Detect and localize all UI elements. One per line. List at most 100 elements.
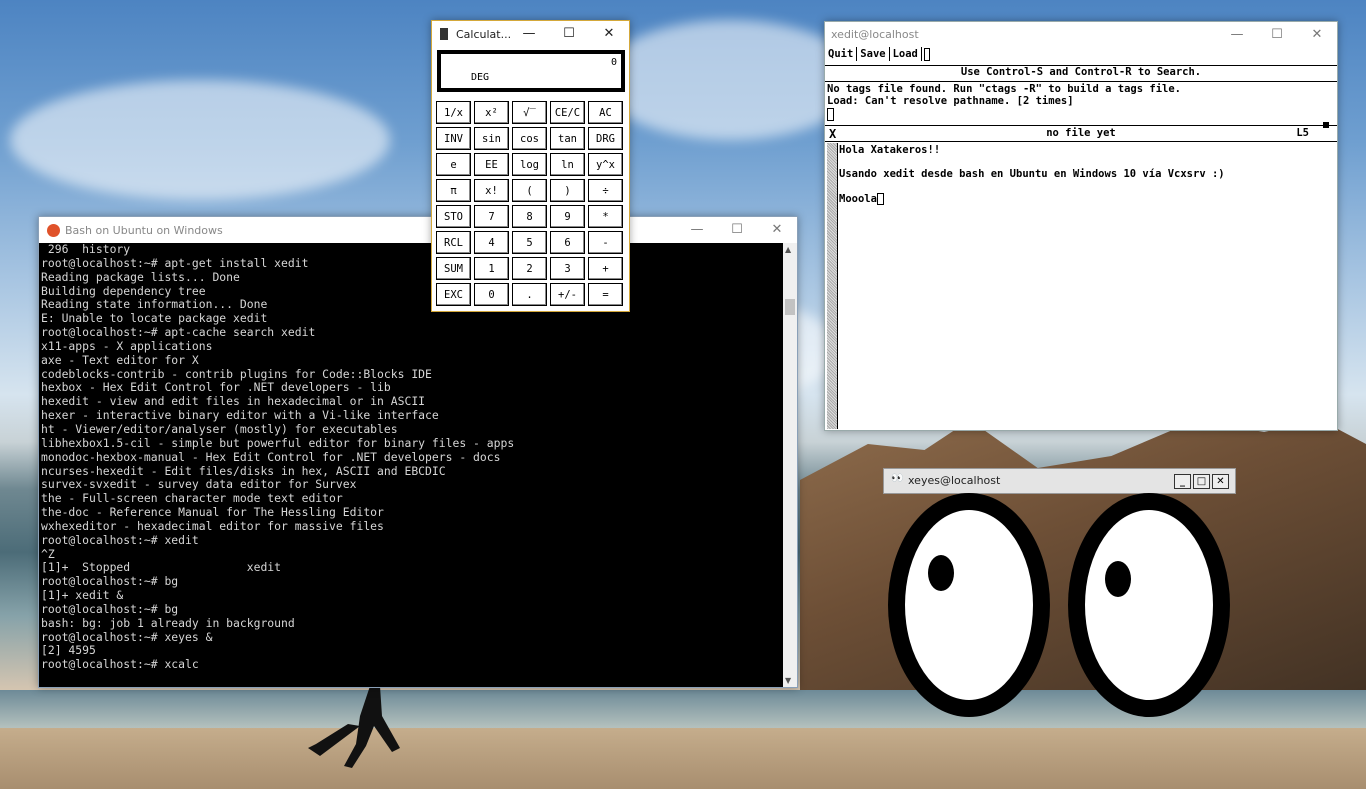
editor-content[interactable]: Hola Xatakeros!! Usando xedit desde bash… [839,144,1225,205]
terminal-line: hexedit - view and edit files in hexadec… [41,394,426,409]
terminal-titlebar[interactable]: Bash on Ubuntu on Windows — ☐ ✕ [39,217,797,243]
scrollbar-thumb[interactable] [785,299,795,315]
calc-key[interactable]: 5 [512,231,547,254]
scroll-down-icon[interactable]: ▼ [785,676,791,685]
calc-key[interactable]: ( [512,179,547,202]
cloud [600,20,860,140]
close-button[interactable]: ✕ [1212,474,1229,489]
terminal-line: [2] 4595 [41,643,96,658]
maximize-button[interactable]: ☐ [717,217,757,241]
calc-key[interactable]: y^x [588,153,623,176]
minimize-button[interactable]: — [1217,22,1257,46]
calc-key[interactable]: STO [436,205,471,228]
calc-key[interactable]: 8 [512,205,547,228]
terminal-scrollbar[interactable]: ▲ ▼ [783,243,797,687]
calc-key[interactable]: 3 [550,257,585,280]
calc-key[interactable]: +/- [550,283,585,306]
calc-key[interactable]: ln [550,153,585,176]
calc-key[interactable]: log [512,153,547,176]
calc-key[interactable]: = [588,283,623,306]
xeyes-titlebar[interactable]: 👀 xeyes@localhost _ □ ✕ [883,468,1236,494]
scroll-up-icon[interactable]: ▲ [785,245,791,254]
calc-key[interactable]: x! [474,179,509,202]
terminal-line: hexer - interactive binary editor with a… [41,408,439,423]
terminal-line: codeblocks-contrib - contrib plugins for… [41,366,432,381]
message-area: No tags file found. Run "ctags -R" to bu… [827,83,1182,107]
terminal-line: bash: bg: job 1 already in background [41,615,295,630]
filename-input[interactable] [923,47,930,61]
terminal-line: [1]+ Stopped xedit [41,560,282,575]
terminal-line: the - Full-screen character mode text ed… [41,491,343,506]
maximize-button[interactable]: ☐ [1257,22,1297,46]
calculator-window[interactable]: Calculat... — ☐ ✕ 0 DEG 1/x x² √‾ CE/C AC INV… [431,20,630,312]
search-hint: Use Control-S and Control-R to Search. [960,66,1202,78]
terminal-line: monodoc-hexbox-manual - Hex Edit Control… [41,449,501,464]
minimize-button[interactable]: — [509,21,549,45]
calc-key[interactable]: 2 [512,257,547,280]
terminal-output[interactable]: 296 history root@localhost:~# apt-get ins… [39,243,783,687]
calc-key[interactable]: 0 [474,283,509,306]
calc-key[interactable]: ) [550,179,585,202]
calc-key[interactable]: EXC [436,283,471,306]
terminal-line: ^Z [41,546,55,561]
calc-key[interactable]: 9 [550,205,585,228]
calc-key[interactable]: * [588,205,623,228]
calculator-titlebar[interactable]: Calculat... — ☐ ✕ [432,21,629,47]
editor-scrollbar[interactable] [827,143,838,429]
cloud [10,80,390,200]
calculator-keypad: 1/x x² √‾ CE/C AC INV sin cos tan DRG e EE log ln y^x π… [436,101,623,306]
runner-silhouette [308,686,400,768]
terminal-line: root@localhost:~# apt-cache search xedit [41,325,316,340]
close-button[interactable]: ✕ [589,21,629,45]
terminal-line: libhexbox1.5-cil - simple but powerful e… [41,435,515,450]
terminal-line: root@localhost:~# bg [41,574,179,589]
xedit-menubar: Quit Save Load [825,47,1337,65]
minimize-button[interactable]: — [677,217,717,241]
xedit-window[interactable]: xedit@localhost — ☐ ✕ Quit Save Load Use C… [824,21,1338,431]
calc-key[interactable]: sin [474,127,509,150]
editor-text-area[interactable]: Hola Xatakeros!! Usando xedit desde bash… [839,144,1225,205]
calc-key[interactable]: 6 [550,231,585,254]
calc-key[interactable]: x² [474,101,509,124]
maximize-button[interactable]: ☐ [549,21,589,45]
terminal-line: root@localhost:~# xedit [41,532,199,547]
calc-key[interactable]: e [436,153,471,176]
maximize-button[interactable]: □ [1193,474,1210,489]
save-button[interactable]: Save [857,47,890,61]
terminal-line: hexbox - Hex Edit Control for .NET devel… [41,380,391,395]
calc-key[interactable]: 7 [474,205,509,228]
terminal-window[interactable]: Bash on Ubuntu on Windows — ☐ ✕ 296 hist… [38,216,798,688]
calc-key[interactable]: INV [436,127,471,150]
load-button[interactable]: Load [890,47,922,61]
terminal-line: x11-apps - X applications [41,338,213,353]
calc-key[interactable]: SUM [436,257,471,280]
calc-key[interactable]: tan [550,127,585,150]
calc-key[interactable]: - [588,231,623,254]
calc-key[interactable]: √‾ [512,101,547,124]
terminal-line: ht - Viewer/editor/analyser (mostly) for… [41,421,398,436]
calc-key[interactable]: CE/C [550,101,585,124]
terminal-line: root@localhost:~# xeyes & [41,629,213,644]
close-button[interactable]: ✕ [1297,22,1337,46]
beach-sand [0,728,1366,789]
xedit-titlebar[interactable]: xedit@localhost — ☐ ✕ [825,22,1337,46]
right-eye-white [1085,510,1213,700]
calc-key[interactable]: AC [588,101,623,124]
calc-key[interactable]: EE [474,153,509,176]
terminal-line: the-doc - Reference Manual for The Hessl… [41,505,384,520]
calc-key[interactable]: . [512,283,547,306]
calc-key[interactable]: DRG [588,127,623,150]
quit-button[interactable]: Quit [825,47,858,61]
calc-key[interactable]: RCL [436,231,471,254]
terminal-line: Building dependency tree [41,283,206,298]
calc-key[interactable]: + [588,257,623,280]
calc-key[interactable]: 4 [474,231,509,254]
calc-key[interactable]: 1/x [436,101,471,124]
message-cursor [827,108,834,121]
calc-key[interactable]: cos [512,127,547,150]
calc-key[interactable]: ÷ [588,179,623,202]
calc-key[interactable]: 1 [474,257,509,280]
minimize-button[interactable]: _ [1174,474,1191,489]
close-button[interactable]: ✕ [757,217,797,241]
calc-key[interactable]: π [436,179,471,202]
